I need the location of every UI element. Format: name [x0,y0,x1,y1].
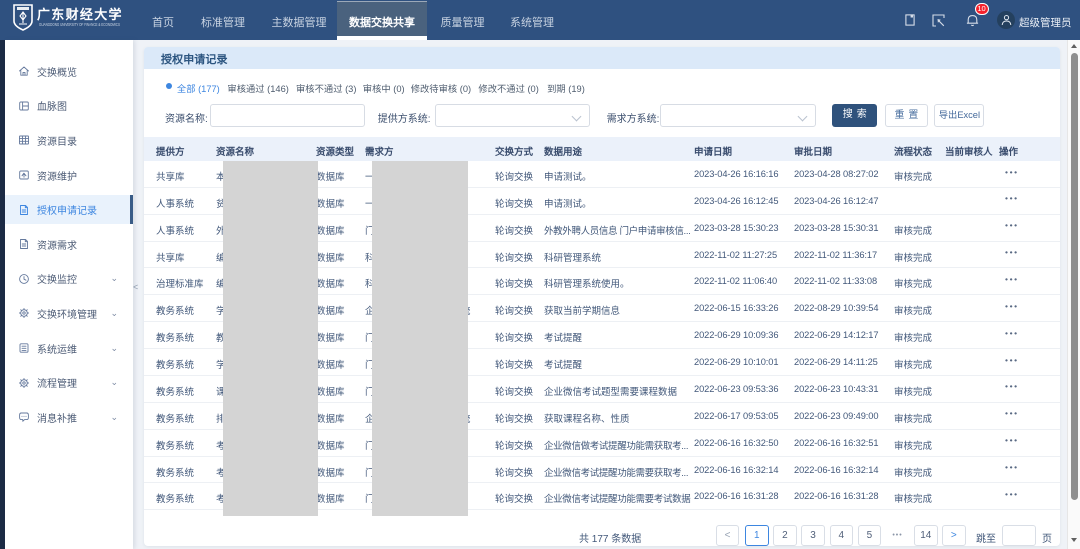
svg-text:GUANGDONG UNIVERSITY OF FINANC: GUANGDONG UNIVERSITY OF FINANCE & ECONOM… [39,21,120,26]
